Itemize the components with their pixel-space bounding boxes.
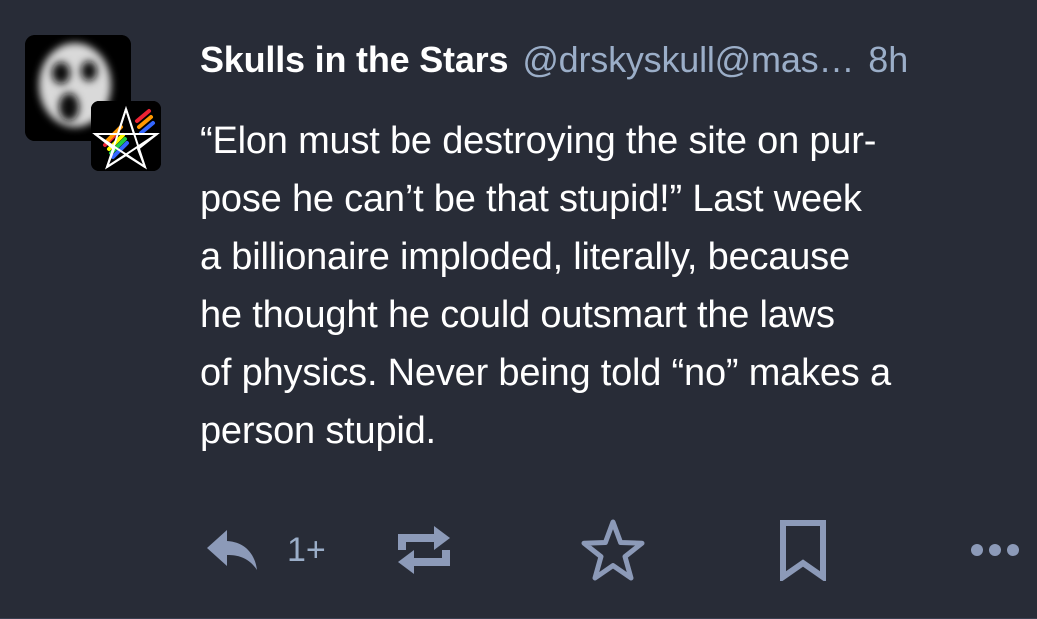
content-line: he thought he could outsmart the laws [200, 294, 835, 336]
display-name[interactable]: Skulls in the Stars [200, 39, 509, 81]
action-bar: 1+ [200, 515, 1030, 585]
boost-icon [398, 526, 450, 574]
content-line: person stupid. [200, 410, 436, 452]
status-header: Skulls in the Stars @drskyskull@mas… 8h [200, 36, 1030, 84]
content-line: pose he can’t be that stupid!” Last week [200, 178, 862, 220]
avatar-group[interactable] [25, 35, 161, 171]
bookmark-button[interactable] [778, 515, 828, 585]
more-icon [971, 544, 1019, 556]
rainbow-pentagram-icon [91, 101, 161, 171]
booster-avatar[interactable] [91, 101, 161, 171]
more-button[interactable] [970, 515, 1020, 585]
bookmark-icon [780, 520, 826, 581]
content-line: “Elon must be destroying the site on pur… [200, 120, 877, 162]
reply-button[interactable]: 1+ [205, 515, 326, 585]
content-line: of physics. Never being told “no” makes … [200, 352, 891, 394]
boost-button[interactable] [396, 515, 452, 585]
account-handle[interactable]: @drskyskull@mas… [522, 39, 854, 81]
reply-count: 1+ [287, 530, 326, 569]
favourite-button[interactable] [580, 515, 646, 585]
content-line: a billionaire imploded, literally, becau… [200, 236, 850, 278]
status-card: Skulls in the Stars @drskyskull@mas… 8h … [0, 0, 1037, 619]
star-icon [581, 519, 645, 581]
status-content: “Elon must be destroying the site on pur… [200, 112, 1030, 460]
timestamp[interactable]: 8h [868, 39, 908, 81]
reply-icon [207, 530, 257, 570]
